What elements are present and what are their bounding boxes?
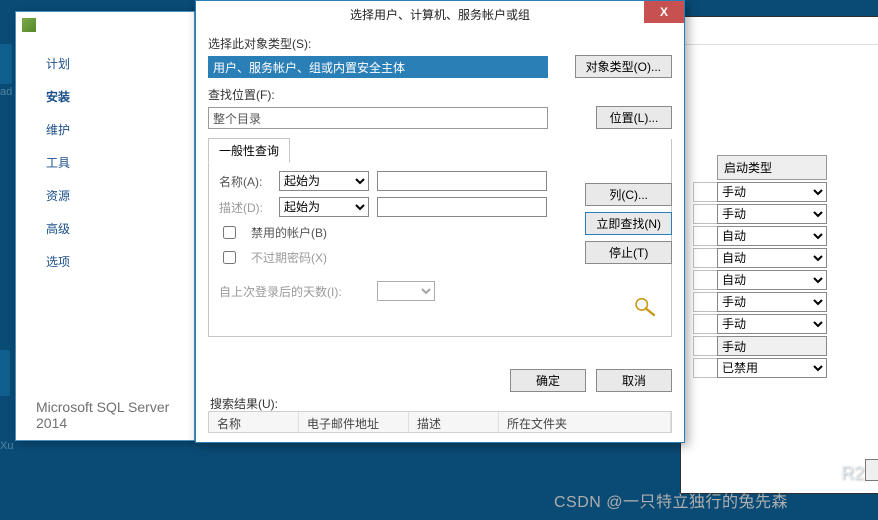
locations-button[interactable]: 位置(L)... [596, 106, 672, 129]
cancel-button[interactable]: 取消 [596, 369, 672, 392]
object-type-label: 选择此对象类型(S): [208, 35, 672, 52]
find-now-button[interactable]: 立即查找(N) [585, 212, 672, 235]
installer-nav: 计划 安装 维护 工具 资源 高级 选项 [16, 39, 194, 278]
dialog-titlebar: 选择用户、计算机、服务帐户或组 X [196, 1, 684, 27]
object-type-field[interactable]: 用户、服务帐户、组或内置安全主体 [208, 56, 548, 78]
startup-row-0[interactable]: 手动 [717, 182, 827, 202]
server-brand-r2: R2 [841, 463, 864, 484]
search-icon [632, 295, 658, 317]
never-expire-checkbox[interactable] [223, 251, 236, 264]
stop-button[interactable]: 停止(T) [585, 241, 672, 264]
installer-brand: Microsoft SQL Server 2014 [36, 399, 194, 431]
ok-button[interactable]: 确定 [510, 369, 586, 392]
config-cancel-button[interactable]: 取消 [865, 459, 878, 481]
nav-maintain[interactable]: 维护 [40, 113, 194, 146]
dialog-close-button[interactable]: X [644, 1, 684, 23]
results-col-email[interactable]: 电子邮件地址 [299, 412, 409, 432]
location-label: 查找位置(F): [208, 86, 672, 103]
results-col-folder[interactable]: 所在文件夹 [499, 412, 671, 432]
location-field[interactable]: 整个目录 [208, 107, 548, 129]
service-config-window: ‐ □ ✕ 启动类型 手动 手动 自动 自动 自动 手动 手动 手动 已禁用 取… [680, 16, 878, 494]
bg-label: ad [0, 86, 12, 98]
nav-install[interactable]: 安装 [40, 80, 194, 113]
general-query-tab[interactable]: 一般性查询 [208, 138, 290, 163]
results-col-desc[interactable]: 描述 [409, 412, 499, 432]
days-since-select [377, 281, 435, 301]
startup-row-1[interactable]: 手动 [717, 204, 827, 224]
startup-row-4[interactable]: 自动 [717, 270, 827, 290]
nav-tools[interactable]: 工具 [40, 146, 194, 179]
startup-row-5[interactable]: 手动 [717, 292, 827, 312]
startup-row-2[interactable]: 自动 [717, 226, 827, 246]
startup-type-header: 启动类型 [717, 155, 827, 180]
desc-label: 描述(D): [219, 199, 271, 216]
name-label: 名称(A): [219, 173, 271, 190]
app-icon [22, 18, 36, 32]
startup-row-3[interactable]: 自动 [717, 248, 827, 268]
sql-installer-window: 计划 安装 维护 工具 资源 高级 选项 Microsoft SQL Serve… [15, 11, 195, 441]
results-label: 搜索结果(U): [210, 395, 278, 412]
nav-plan[interactable]: 计划 [40, 47, 194, 80]
desc-mode-select[interactable]: 起始为 [279, 197, 369, 217]
days-since-label: 自上次登录后的天数(I): [219, 283, 369, 300]
disabled-accounts-checkbox[interactable] [223, 226, 236, 239]
select-users-dialog: 选择用户、计算机、服务帐户或组 X 选择此对象类型(S): 用户、服务帐户、组或… [195, 0, 685, 443]
results-header: 名称 电子邮件地址 描述 所在文件夹 [208, 411, 672, 433]
name-input[interactable] [377, 171, 547, 191]
bg-label2: Xu [0, 440, 13, 452]
dialog-title: 选择用户、计算机、服务帐户或组 [350, 6, 530, 23]
object-types-button[interactable]: 对象类型(O)... [575, 55, 672, 78]
desc-input[interactable] [377, 197, 547, 217]
never-expire-label: 不过期密码(X) [251, 249, 327, 266]
nav-resources[interactable]: 资源 [40, 179, 194, 212]
nav-options[interactable]: 选项 [40, 245, 194, 278]
startup-row-readonly: 手动 [717, 336, 827, 356]
nav-advanced[interactable]: 高级 [40, 212, 194, 245]
startup-row-last[interactable]: 已禁用 [717, 358, 827, 378]
name-mode-select[interactable]: 起始为 [279, 171, 369, 191]
startup-row-6[interactable]: 手动 [717, 314, 827, 334]
columns-button[interactable]: 列(C)... [585, 183, 672, 206]
results-col-name[interactable]: 名称 [209, 412, 299, 432]
disabled-accounts-label: 禁用的帐户(B) [251, 224, 327, 241]
